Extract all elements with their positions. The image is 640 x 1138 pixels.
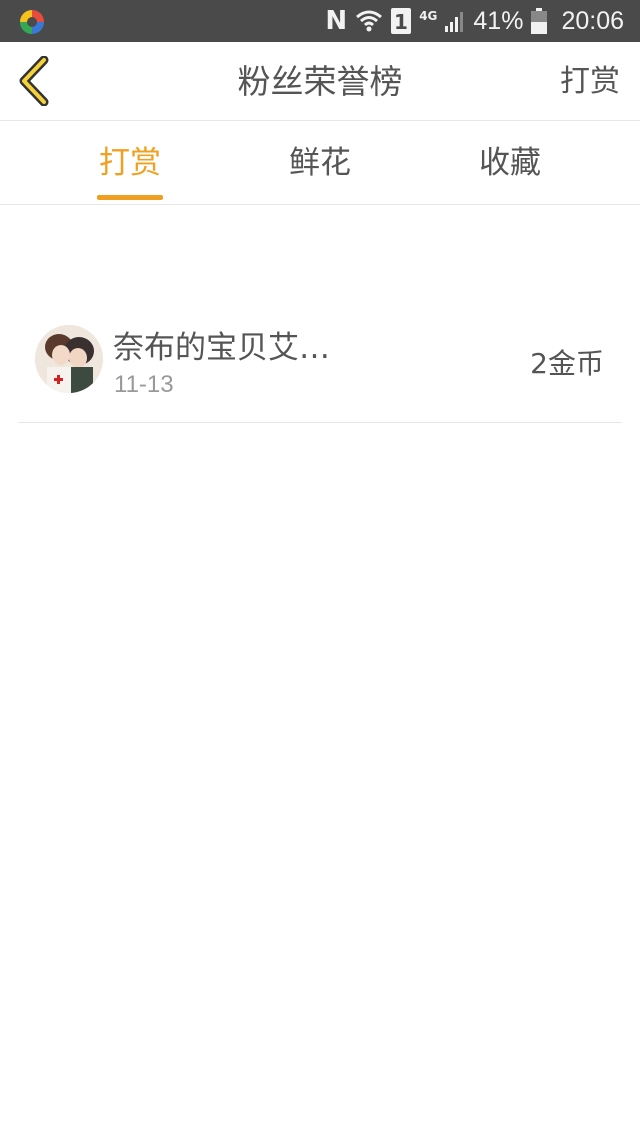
battery-icon [531, 8, 548, 34]
page-title: 粉丝荣誉榜 [237, 62, 403, 101]
app-notification-icon [20, 10, 44, 34]
signal-icon [445, 10, 465, 32]
tab-reward[interactable]: 打赏 [60, 121, 200, 205]
network-type-icon: 4G [419, 10, 437, 32]
clock: 20:06 [561, 6, 624, 35]
wifi-icon [355, 8, 383, 34]
tab-flowers-label: 鲜花 [289, 145, 351, 181]
sim-slot-label: 1 [394, 10, 408, 34]
nav-bar: 粉丝荣誉榜 打赏 [0, 42, 640, 121]
tab-favorites[interactable]: 收藏 [440, 121, 580, 205]
battery-percent: 41% [473, 6, 524, 35]
list-item[interactable]: 奈布的宝贝艾… 11-13 2金币 [18, 300, 622, 423]
active-tab-indicator [97, 195, 163, 200]
sim-card-icon: 1 [391, 8, 412, 34]
tab-flowers[interactable]: 鲜花 [250, 121, 390, 205]
back-button[interactable] [16, 55, 52, 107]
username: 奈布的宝贝艾… [113, 330, 330, 366]
avatar-image [35, 325, 103, 393]
nfc-icon: N [325, 6, 348, 36]
network-label: 4G [419, 9, 438, 23]
tab-reward-label: 打赏 [99, 145, 161, 181]
reward-date: 11-13 [114, 371, 174, 398]
tab-bar: 打赏 鲜花 收藏 [0, 121, 640, 205]
status-bar: N 1 4G 41% 20:06 [0, 0, 640, 42]
avatar[interactable] [35, 325, 103, 393]
reward-amount: 2金币 [530, 347, 604, 380]
reward-button[interactable]: 打赏 [560, 42, 620, 121]
back-chevron-icon [19, 55, 49, 107]
tab-favorites-label: 收藏 [479, 145, 541, 181]
